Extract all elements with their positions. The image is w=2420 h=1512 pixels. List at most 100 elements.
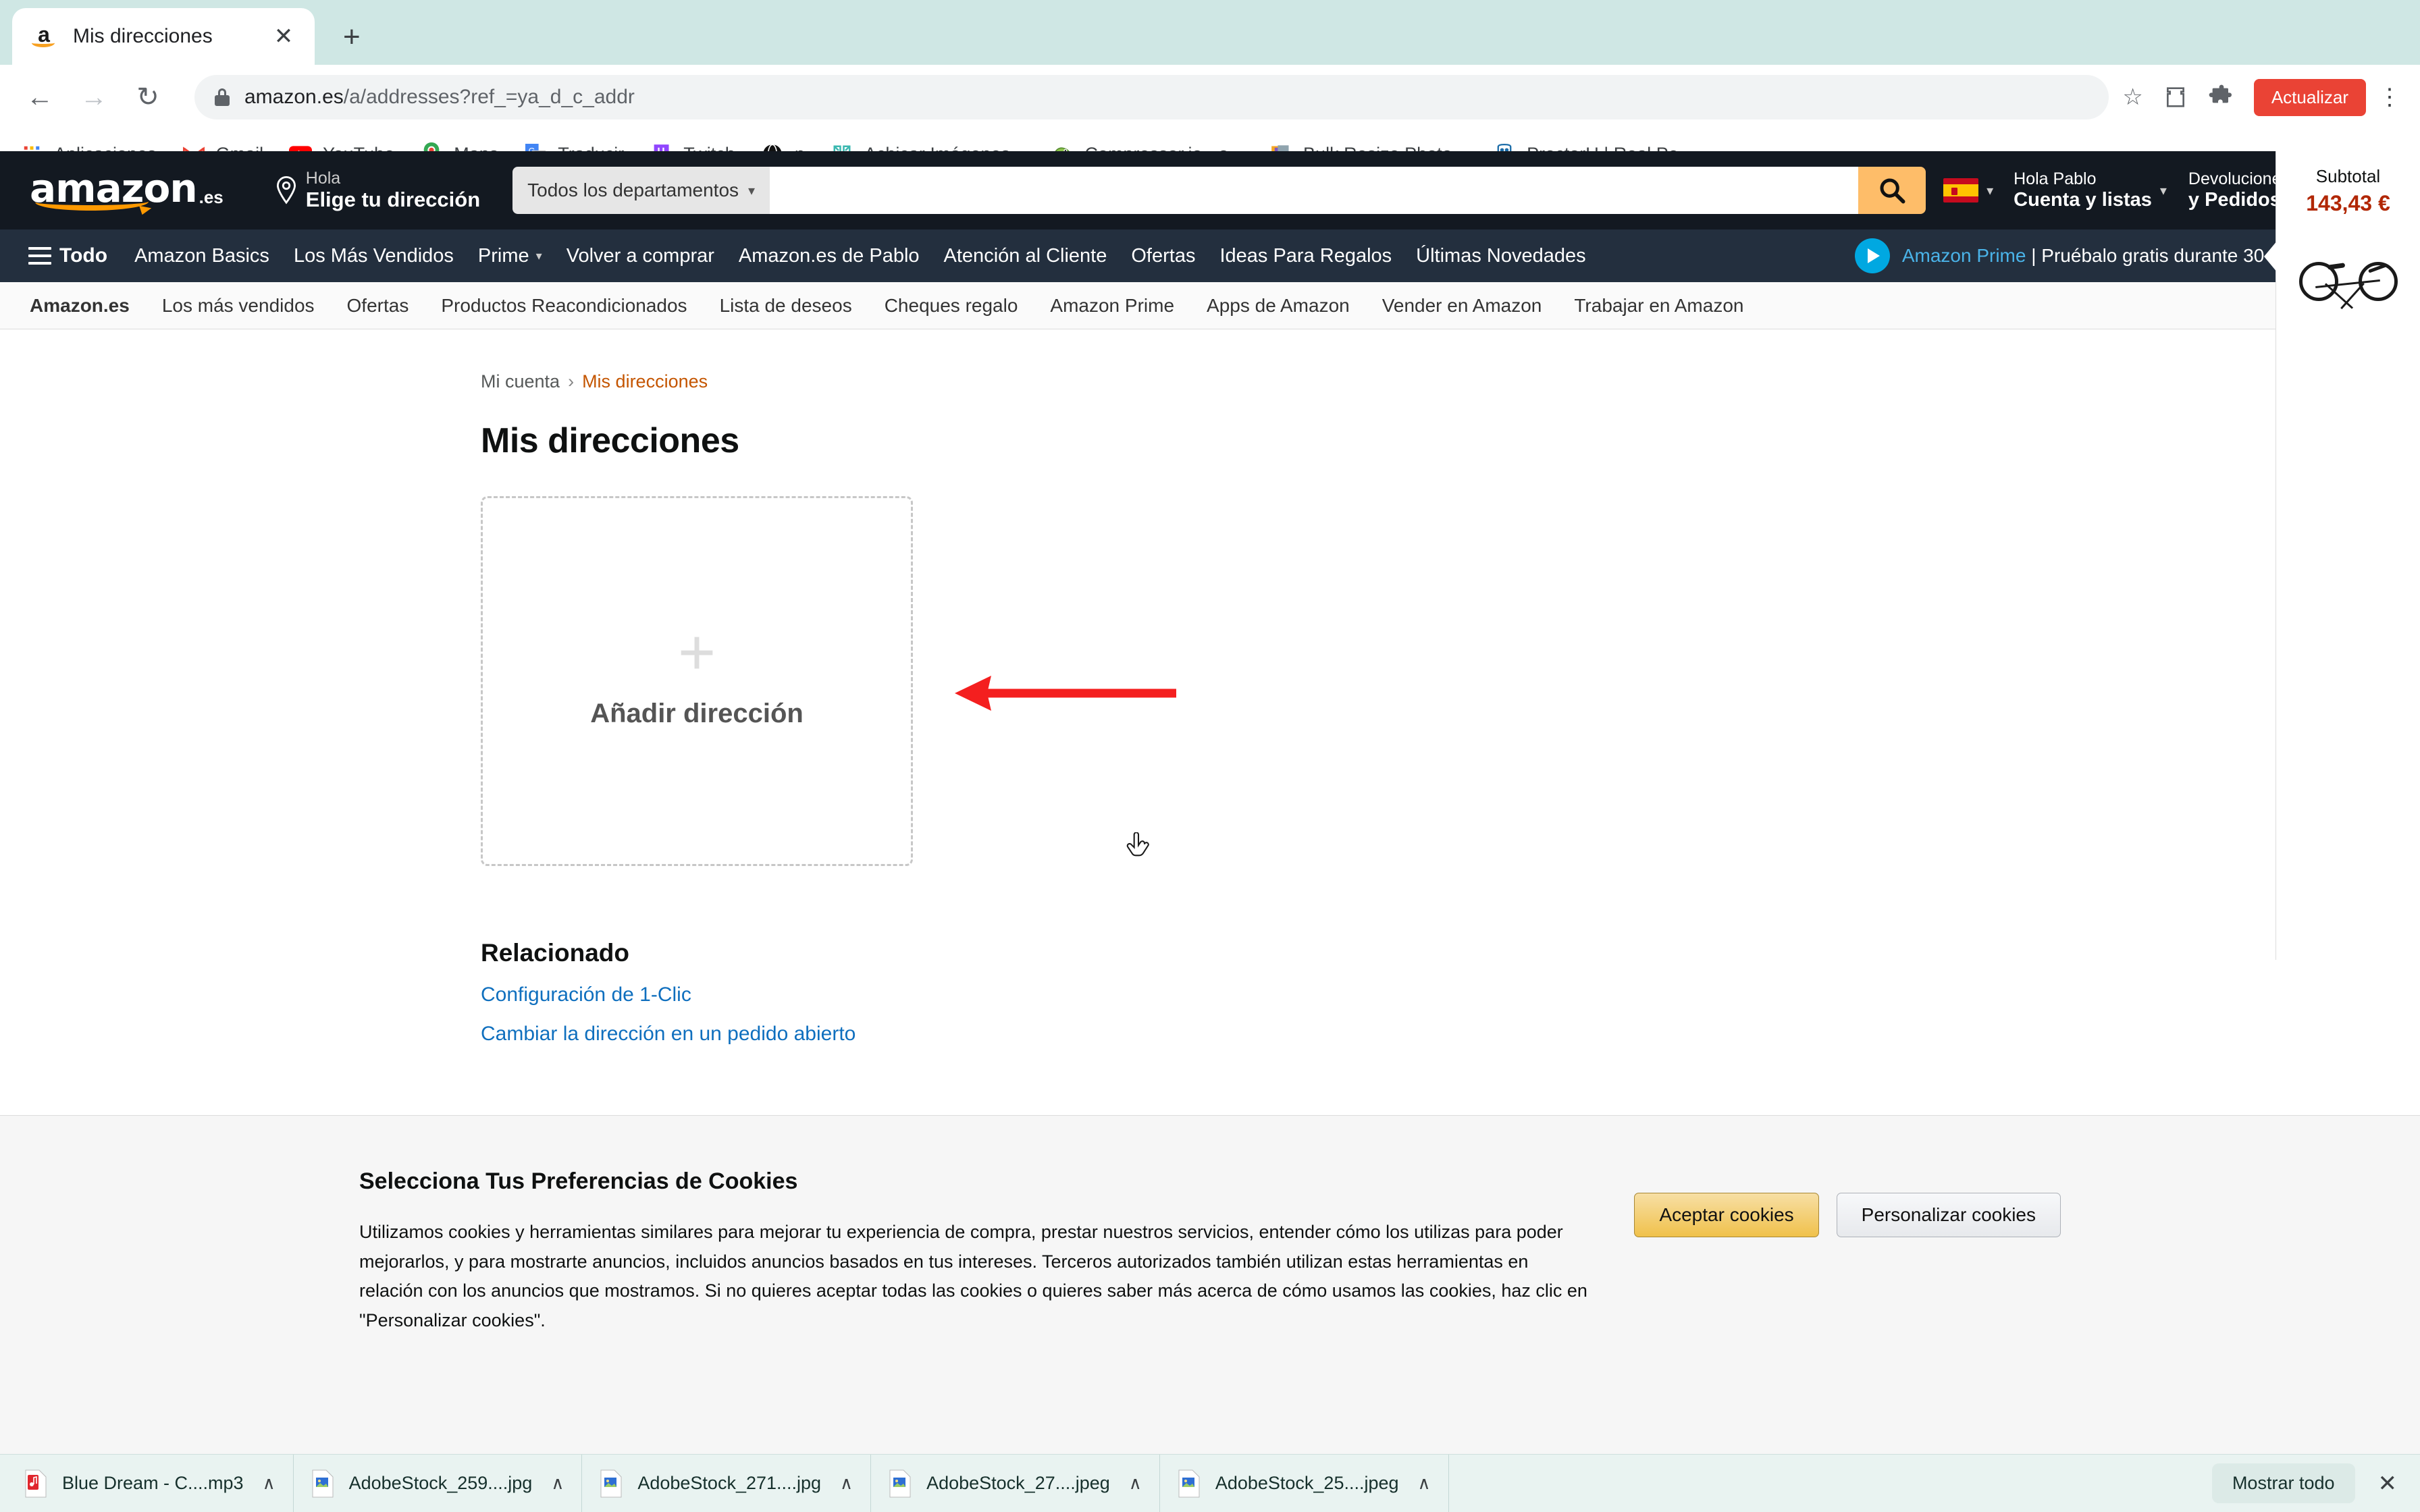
cookie-heading: Selecciona Tus Preferencias de Cookies — [359, 1168, 798, 1194]
account-and-lists[interactable]: Hola Pablo Cuenta y listas ▾ — [2003, 161, 2178, 219]
nav-item-amazon-es-de-pablo[interactable]: Amazon.es de Pablo — [727, 238, 932, 274]
download-menu-chevron-icon[interactable]: ∧ — [1418, 1473, 1431, 1494]
nav-label: Atención al Cliente — [943, 244, 1107, 267]
cookie-body: Utilizamos cookies y herramientas simila… — [359, 1222, 1587, 1331]
deliver-to-selector[interactable]: Hola Elige tu dirección — [263, 160, 492, 221]
subnav-item-mas-vendidos[interactable]: Los más vendidos — [146, 295, 331, 317]
related-link-cambiar-direccion[interactable]: Cambiar la dirección en un pedido abiert… — [481, 1023, 2420, 1046]
rail-subtotal-value: 143,43 € — [2306, 191, 2390, 215]
extension-icon[interactable] — [2162, 84, 2189, 111]
nav-item-ofertas[interactable]: Ofertas — [1119, 238, 1207, 274]
close-download-shelf-icon[interactable]: ✕ — [2378, 1470, 2398, 1497]
nav-label: Ofertas — [1131, 244, 1196, 267]
nav-item-amazon-basics[interactable]: Amazon Basics — [122, 238, 282, 274]
nav-item-volver-a-comprar[interactable]: Volver a comprar — [554, 238, 727, 274]
download-filename: AdobeStock_259....jpg — [348, 1473, 533, 1493]
download-menu-chevron-icon[interactable]: ∧ — [1129, 1473, 1142, 1494]
nav-label: Ideas Para Regalos — [1219, 244, 1392, 267]
nav-item-ultimas-novedades[interactable]: Últimas Novedades — [1404, 238, 1598, 274]
language-selector[interactable]: ▾ — [1934, 171, 2003, 209]
show-all-downloads-button[interactable]: Mostrar todo — [2211, 1463, 2355, 1503]
download-filename: AdobeStock_25....jpeg — [1215, 1473, 1399, 1493]
customize-cookies-button[interactable]: Personalizar cookies — [1836, 1193, 2061, 1237]
subnav-item-amazon-es[interactable]: Amazon.es — [23, 295, 146, 317]
download-item[interactable]: Blue Dream - C....mp3 ∧ — [7, 1454, 294, 1512]
download-item[interactable]: AdobeStock_25....jpeg ∧ — [1160, 1454, 1449, 1512]
main-content: Mi cuenta › Mis direcciones Mis direccione… — [0, 329, 2420, 1056]
puzzle-extension-icon[interactable] — [2208, 84, 2235, 111]
back-icon[interactable]: ← — [19, 76, 61, 118]
nav-label: Prime — [477, 244, 529, 267]
download-filename: AdobeStock_27....jpeg — [926, 1473, 1110, 1493]
amazon-logo-tld: .es — [199, 186, 223, 207]
nav-label: Los Más Vendidos — [293, 244, 454, 267]
bookmark-star-icon[interactable]: ☆ — [2122, 84, 2142, 111]
cart-preview-rail: Subtotal 143,43 € — [2264, 151, 2420, 960]
download-menu-chevron-icon[interactable]: ∧ — [263, 1473, 275, 1494]
chevron-down-icon: ▾ — [1987, 183, 1994, 198]
spain-flag-icon — [1943, 178, 1979, 202]
related-heading: Relacionado — [481, 939, 629, 967]
mp3-file-icon — [24, 1469, 47, 1498]
subnav-item-amazon-prime[interactable]: Amazon Prime — [1034, 295, 1190, 317]
cookie-text-block: Selecciona Tus Preferencias de Cookies U… — [359, 1168, 1634, 1336]
mouse-cursor-pointer-icon — [1126, 832, 1151, 865]
related-link-1-clic[interactable]: Configuración de 1-Clic — [481, 983, 2420, 1006]
download-menu-chevron-icon[interactable]: ∧ — [840, 1473, 853, 1494]
lock-icon — [215, 88, 230, 106]
search-submit-button[interactable] — [1858, 167, 1926, 214]
breadcrumb-parent[interactable]: Mi cuenta — [481, 371, 560, 392]
nav-item-ideas-para-regalos[interactable]: Ideas Para Regalos — [1207, 238, 1404, 274]
nav-item-mas-vendidos[interactable]: Los Más Vendidos — [282, 238, 466, 274]
nav-label: Amazon.es de Pablo — [738, 244, 920, 267]
subnav-item-vender-en-amazon[interactable]: Vender en Amazon — [1366, 295, 1558, 317]
download-item[interactable]: AdobeStock_27....jpeg ∧ — [871, 1454, 1160, 1512]
download-item[interactable]: AdobeStock_259....jpg ∧ — [294, 1454, 583, 1512]
browser-tab[interactable]: a Mis direcciones ✕ — [12, 8, 315, 65]
hamburger-icon — [28, 247, 51, 265]
accept-cookies-button[interactable]: Aceptar cookies — [1634, 1193, 1819, 1237]
reload-icon[interactable]: ↻ — [127, 76, 169, 118]
url-domain: amazon.es — [244, 86, 344, 108]
search-category-dropdown[interactable]: Todos los departamentos ▾ — [512, 167, 770, 214]
search-input[interactable] — [770, 167, 1859, 214]
prime-sep: | — [2026, 245, 2042, 266]
page-title: Mis direcciones — [481, 421, 739, 460]
subnav-item-trabajar-en-amazon[interactable]: Trabajar en Amazon — [1558, 295, 1760, 317]
add-address-card[interactable]: + Añadir dirección — [481, 496, 913, 866]
forward-icon[interactable]: → — [73, 76, 115, 118]
rail-collapse-arrow-icon[interactable] — [2264, 240, 2278, 273]
add-address-label: Añadir dirección — [590, 699, 804, 729]
subnav-item-lista-de-deseos[interactable]: Lista de deseos — [704, 295, 868, 317]
play-icon — [1854, 238, 1890, 273]
amazon-sub-nav: Amazon.es Los más vendidos Ofertas Produ… — [0, 282, 2420, 329]
amazon-smile-icon — [35, 193, 149, 211]
red-arrow-annotation — [955, 676, 1176, 711]
tab-title: Mis direcciones — [73, 25, 213, 47]
download-item[interactable]: AdobeStock_271....jpg ∧ — [582, 1454, 872, 1512]
breadcrumb-current: Mis direcciones — [582, 371, 708, 392]
amazon-logo[interactable]: amazon .es — [23, 161, 236, 220]
download-menu-chevron-icon[interactable]: ∧ — [551, 1473, 564, 1494]
bicycle-thumbnail[interactable] — [2298, 239, 2399, 310]
close-tab-icon[interactable]: ✕ — [270, 23, 297, 50]
subnav-item-reacondicionados[interactable]: Productos Reacondicionados — [425, 295, 703, 317]
address-bar[interactable]: amazon.es/a/addresses?ref_=ya_d_c_addr — [194, 75, 2109, 119]
jpeg-file-icon — [1178, 1469, 1201, 1498]
prime-brand: Amazon Prime — [1901, 245, 2026, 266]
jpg-file-icon — [600, 1469, 623, 1498]
jpg-file-icon — [311, 1469, 334, 1498]
subnav-item-apps-de-amazon[interactable]: Apps de Amazon — [1190, 295, 1366, 317]
subnav-item-cheques-regalo[interactable]: Cheques regalo — [868, 295, 1034, 317]
nav-item-prime[interactable]: Prime ▾ — [466, 238, 554, 274]
breadcrumb: Mi cuenta › Mis direcciones — [481, 371, 2420, 392]
new-tab-button[interactable]: + — [343, 20, 361, 54]
cookie-preferences-banner: Selecciona Tus Preferencias de Cookies U… — [0, 1115, 2420, 1454]
update-button[interactable]: Actualizar — [2253, 78, 2366, 116]
nav-item-atencion-al-cliente[interactable]: Atención al Cliente — [932, 238, 1120, 274]
download-filename: AdobeStock_271....jpg — [637, 1473, 822, 1493]
nav-all-menu[interactable]: Todo — [18, 238, 118, 274]
prime-promo-banner[interactable]: Amazon Prime | Pruébalo gratis durante 3… — [1854, 230, 2305, 282]
browser-menu-icon[interactable]: ⋮ — [2378, 85, 2401, 109]
subnav-item-ofertas[interactable]: Ofertas — [331, 295, 425, 317]
